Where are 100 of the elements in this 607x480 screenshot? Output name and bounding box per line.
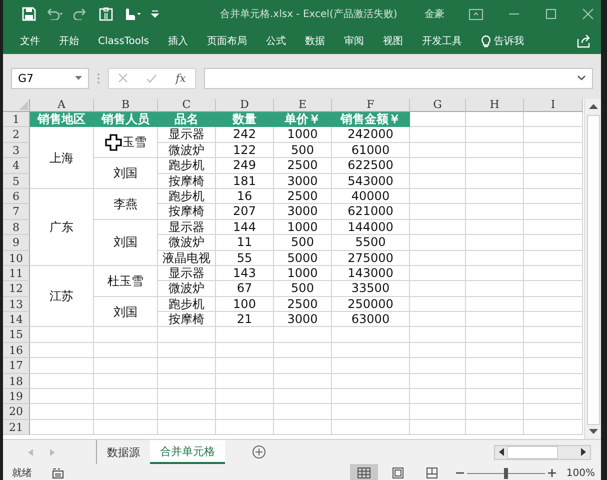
add-sheet-icon[interactable]: [252, 445, 266, 459]
ribbon-tab[interactable]: 视图: [382, 34, 403, 48]
ribbon-tab[interactable]: 数据: [304, 34, 325, 48]
row-header[interactable]: 10: [3, 250, 30, 266]
scroll-left-icon[interactable]: [499, 448, 504, 456]
table-cell: 2500: [274, 296, 332, 312]
column-header[interactable]: H: [466, 99, 524, 112]
row-header[interactable]: 2: [3, 127, 30, 143]
table-cell: 3000: [274, 174, 332, 189]
row-header[interactable]: 6: [3, 188, 30, 204]
save-icon[interactable]: [22, 7, 36, 21]
row-header[interactable]: 21: [3, 420, 30, 436]
ribbon-tab[interactable]: 页面布局: [206, 34, 247, 48]
header-cell: 销售金额￥: [332, 112, 410, 128]
row-header[interactable]: 1: [3, 112, 30, 128]
table-cell: 621000: [332, 204, 410, 220]
window-title: 合并单元格.xlsx - Excel(产品激活失败): [220, 8, 398, 21]
table-cell: 按摩椅: [158, 204, 216, 220]
table-cell: 500: [274, 281, 332, 297]
column-header[interactable]: E: [274, 99, 332, 112]
row-header[interactable]: 9: [3, 235, 30, 251]
row-header[interactable]: 12: [3, 281, 30, 297]
normal-view-button[interactable]: [350, 464, 378, 480]
table-cell: 67: [216, 281, 274, 297]
row-header[interactable]: 20: [3, 404, 30, 420]
ribbon-tab[interactable]: 开发工具: [422, 34, 462, 48]
row-header[interactable]: 16: [3, 342, 30, 358]
row-header[interactable]: 8: [3, 220, 30, 236]
user-name[interactable]: 金豪: [424, 7, 444, 21]
row-header[interactable]: 7: [3, 204, 30, 220]
table-cell: 21: [216, 312, 274, 328]
scroll-right-icon[interactable]: [581, 448, 586, 456]
sheet-tab[interactable]: 合并单元格: [150, 440, 225, 464]
table-cell: 显示器: [158, 220, 216, 236]
table-cell: 5500: [332, 235, 410, 251]
table-cell: 3000: [274, 312, 332, 328]
ribbon-tab[interactable]: 审阅: [344, 34, 364, 48]
macro-record-icon[interactable]: [52, 468, 64, 478]
column-header[interactable]: D: [216, 99, 274, 112]
header-cell: 销售人员: [94, 112, 158, 128]
row-header[interactable]: 13: [3, 296, 30, 312]
table-cell: 杜玉雪: [108, 274, 144, 288]
table-cell: 刘国: [114, 166, 138, 180]
row-header[interactable]: 5: [3, 174, 30, 189]
table-cell: 275000: [332, 250, 410, 266]
column-header[interactable]: A: [30, 99, 94, 112]
table-cell: 跑步机: [158, 296, 216, 312]
name-box[interactable]: G7: [11, 68, 89, 88]
row-header[interactable]: 11: [3, 266, 30, 282]
undo-icon[interactable]: [45, 8, 63, 20]
column-header[interactable]: F: [332, 99, 410, 112]
horizontal-scrollbar[interactable]: [494, 444, 591, 460]
ribbon-tab[interactable]: 文件: [20, 34, 40, 48]
row-header[interactable]: 4: [3, 158, 30, 174]
zoom-slider-thumb[interactable]: [504, 468, 508, 478]
zoom-level[interactable]: 100%: [566, 468, 595, 478]
table-cell: 跑步机: [158, 188, 216, 204]
table-cell: 122: [216, 142, 274, 158]
table-cell: 微波炉: [158, 142, 216, 158]
zoom-in-icon[interactable]: [548, 469, 556, 477]
column-header[interactable]: B: [94, 99, 158, 112]
maximize-icon[interactable]: [545, 8, 558, 20]
customize-icon[interactable]: [151, 9, 159, 19]
vertical-scrollbar[interactable]: [584, 99, 601, 439]
ribbon-tab[interactable]: 插入: [168, 34, 188, 48]
row-header[interactable]: 3: [3, 142, 30, 158]
table-cell: 显示器: [158, 127, 216, 143]
row-header[interactable]: 15: [3, 327, 30, 343]
close-icon[interactable]: [582, 8, 594, 20]
table-cell: 刘国: [114, 235, 138, 250]
table-cell: 江苏: [50, 289, 74, 304]
table-cell: 按摩椅: [158, 312, 216, 328]
scroll-down-icon[interactable]: [588, 429, 598, 434]
table-cell: 3000: [274, 204, 332, 220]
column-header[interactable]: G: [410, 99, 466, 112]
ribbon-tab[interactable]: ClassTools: [98, 36, 149, 46]
ribbon-display-icon[interactable]: [469, 8, 484, 20]
sheet-tab[interactable]: 数据源: [97, 440, 150, 464]
column-header[interactable]: C: [158, 99, 216, 112]
row-header[interactable]: 17: [3, 358, 30, 374]
header-cell: 单价￥: [274, 112, 332, 128]
table-cell: 2500: [274, 158, 332, 174]
scroll-up-icon[interactable]: [588, 104, 598, 109]
share-icon[interactable]: [577, 34, 591, 48]
ribbon-tab[interactable]: 开始: [59, 34, 79, 48]
table-cell: 1000: [274, 266, 332, 282]
table-cell: 微波炉: [158, 281, 216, 297]
row-header[interactable]: 14: [3, 312, 30, 328]
tell-me-button[interactable]: 告诉我: [480, 34, 524, 48]
ribbon-tab[interactable]: 公式: [266, 34, 286, 48]
formula-input[interactable]: [204, 68, 593, 88]
table-cell: 622500: [332, 158, 410, 174]
row-header[interactable]: 18: [3, 374, 30, 390]
table-cell: 11: [216, 235, 274, 251]
table-cell: 250000: [332, 296, 410, 312]
table-cell: 广东: [50, 220, 74, 234]
insert-function-button[interactable]: fx: [176, 72, 186, 84]
column-header[interactable]: I: [524, 99, 583, 112]
clipboard-icon[interactable]: [99, 7, 113, 21]
row-header[interactable]: 19: [3, 389, 30, 404]
